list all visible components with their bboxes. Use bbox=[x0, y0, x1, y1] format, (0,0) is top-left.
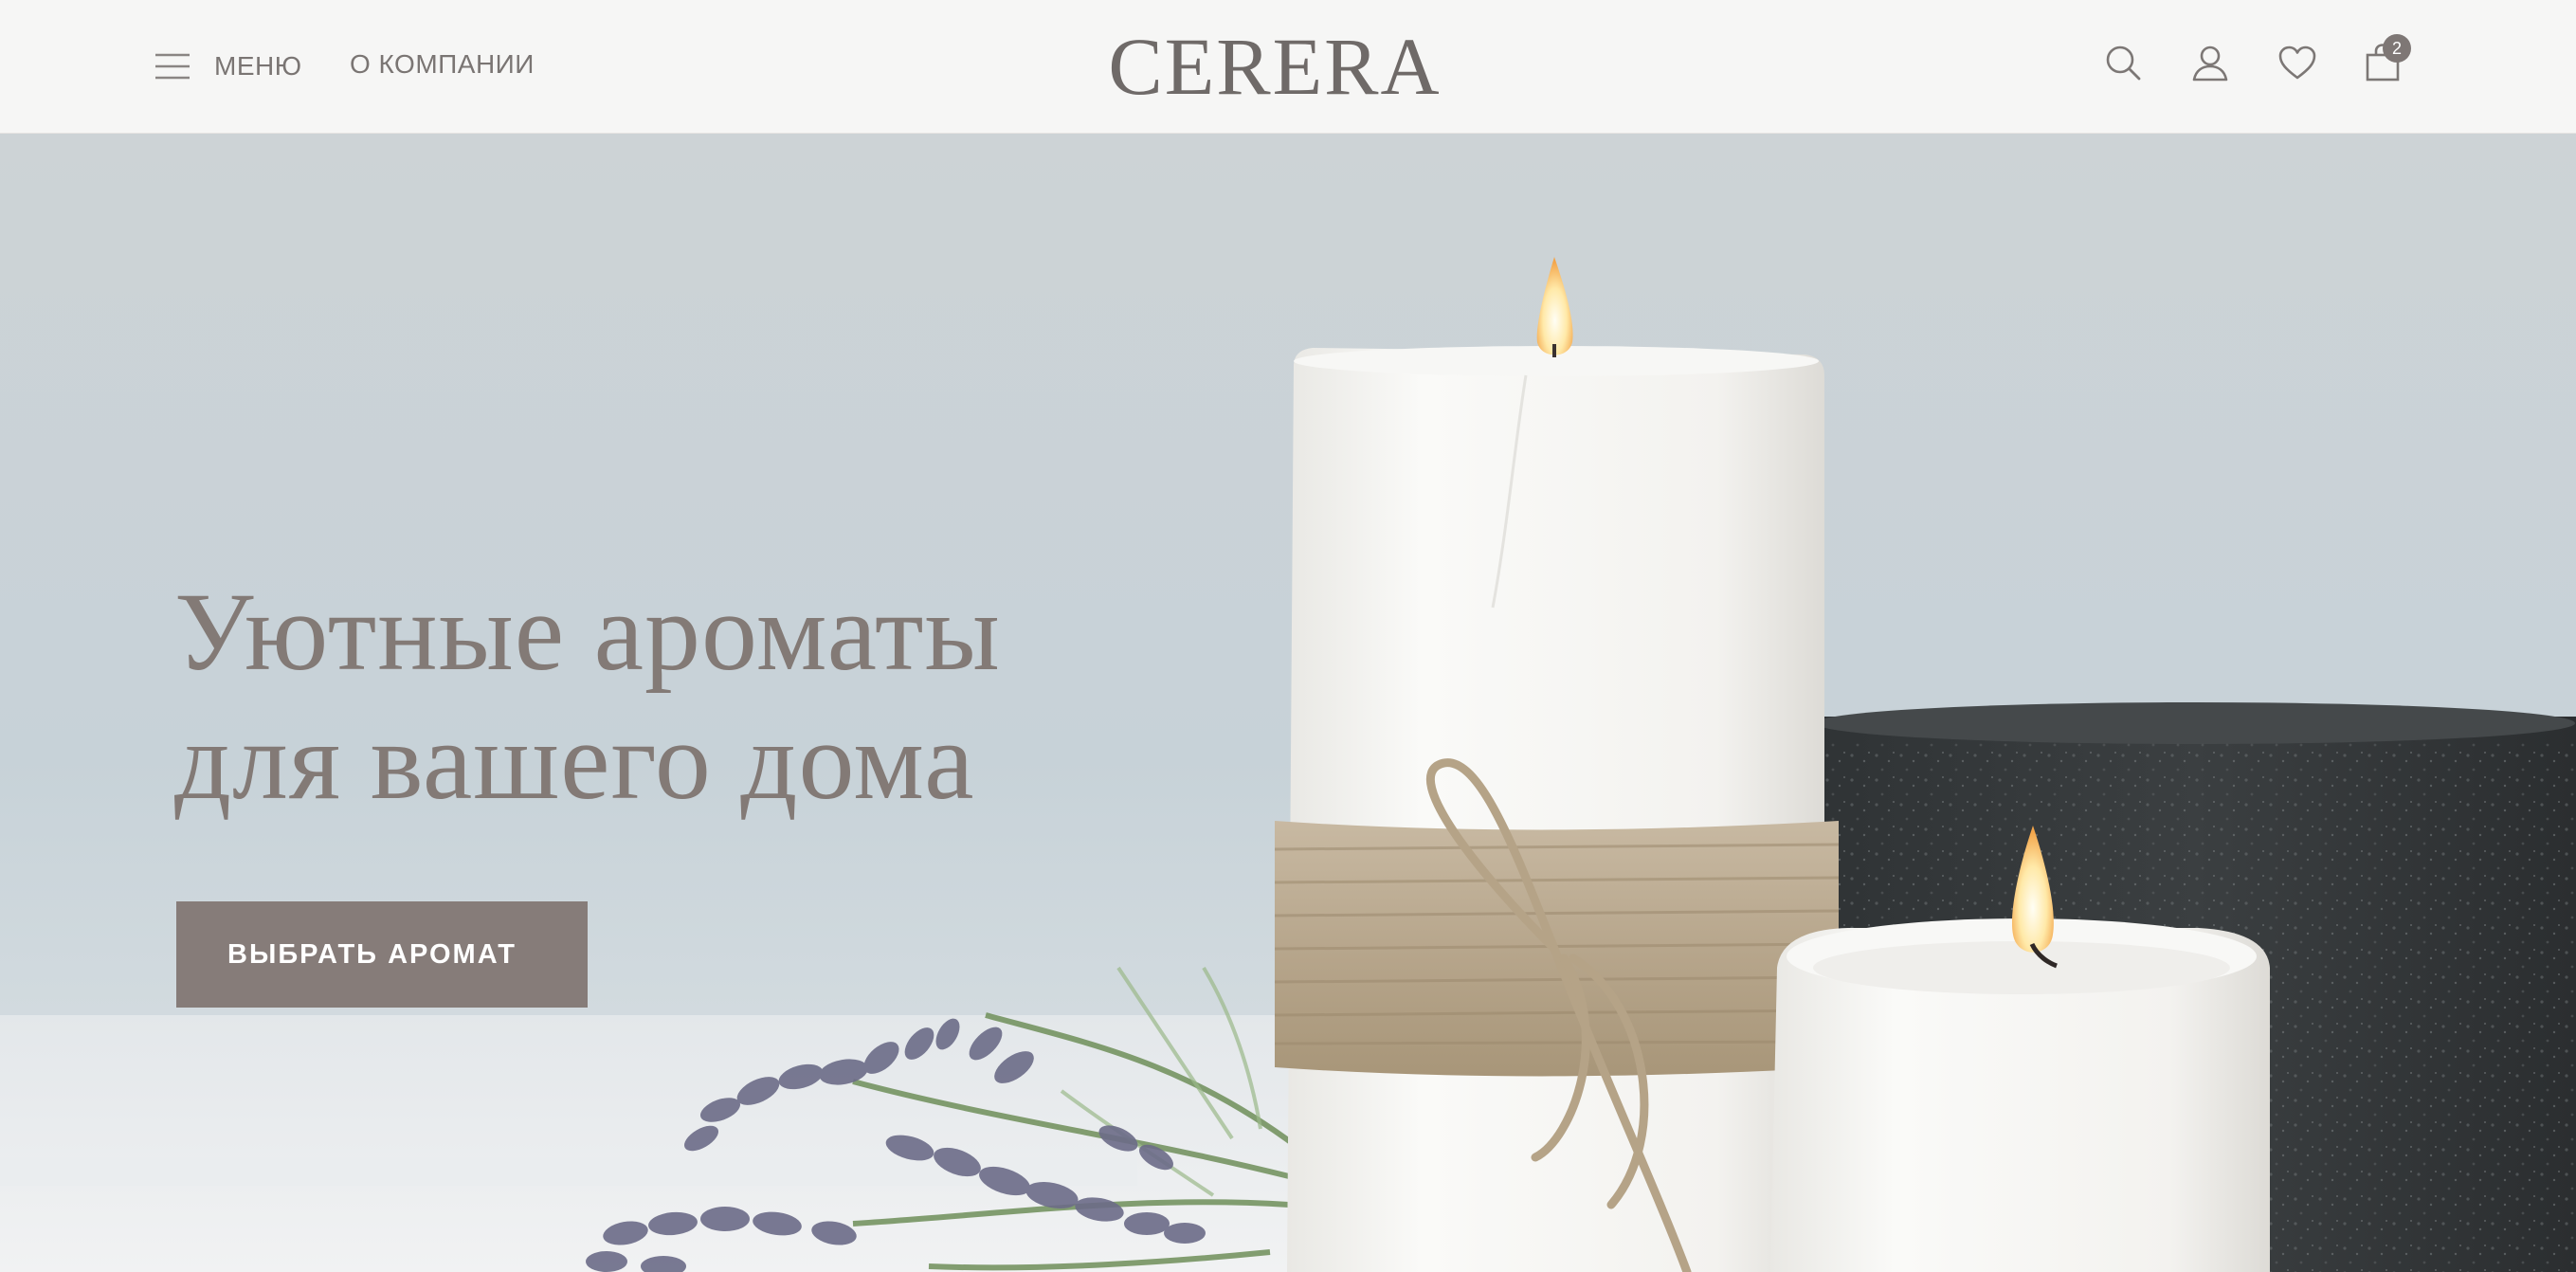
about-company-link[interactable]: О КОМПАНИИ bbox=[350, 49, 535, 80]
hero-title: Уютные ароматы для вашего дома bbox=[174, 568, 1001, 826]
wishlist-button[interactable] bbox=[2277, 42, 2318, 83]
menu-button[interactable]: МЕНЮ bbox=[154, 46, 302, 86]
logo[interactable]: CERERA bbox=[1099, 21, 1450, 112]
menu-icon bbox=[155, 53, 190, 80]
search-icon bbox=[2106, 45, 2141, 81]
user-icon bbox=[2192, 45, 2228, 82]
search-button[interactable] bbox=[2102, 42, 2144, 83]
choose-aroma-button[interactable]: ВЫБРАТЬ АРОМАТ bbox=[176, 901, 588, 1008]
hero-title-line1: Уютные ароматы bbox=[174, 570, 1001, 694]
site-header: МЕНЮ О КОМПАНИИ CERERA 2 bbox=[0, 0, 2576, 134]
menu-label: МЕНЮ bbox=[214, 51, 302, 81]
account-button[interactable] bbox=[2189, 42, 2231, 83]
hero-banner: Уютные ароматы для вашего дома ВЫБРАТЬ А… bbox=[0, 134, 2576, 1272]
cart-count-badge: 2 bbox=[2383, 34, 2411, 63]
hero-title-line2: для вашего дома bbox=[174, 699, 975, 823]
heart-icon bbox=[2278, 45, 2316, 80]
